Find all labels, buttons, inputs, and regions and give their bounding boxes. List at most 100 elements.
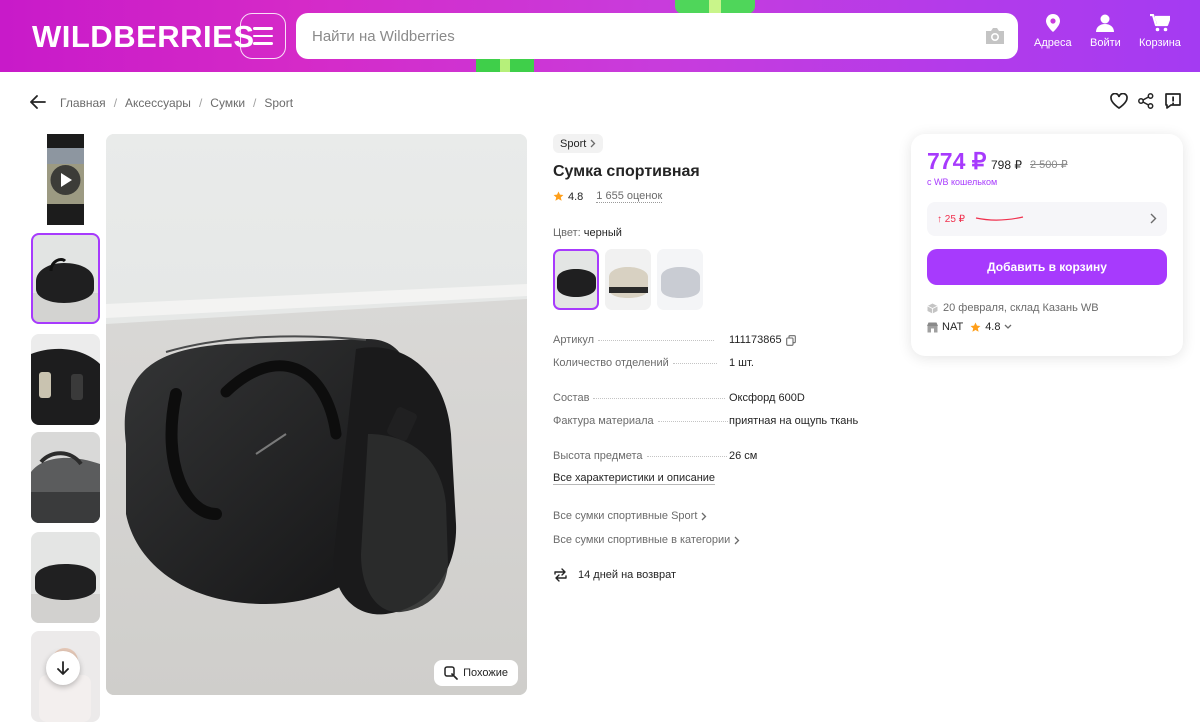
user-icon xyxy=(1096,14,1115,32)
link-label: Все сумки спортивные в категории xyxy=(553,534,731,546)
breadcrumb-item[interactable]: Аксессуары xyxy=(125,96,191,110)
arrow-down-icon xyxy=(57,661,69,675)
spec-key: Артикул xyxy=(553,334,595,346)
burger-line xyxy=(253,34,273,38)
nav-addresses[interactable]: Адреса xyxy=(1034,14,1072,49)
nav-label: Войти xyxy=(1090,37,1121,49)
spec-dots xyxy=(657,421,728,422)
grey-bag-swatch-image xyxy=(657,249,703,310)
price-card: 774 ₽ 798 ₽ 2 500 ₽ с WB кошельком ↑ 25 … xyxy=(911,134,1183,356)
color-label: Цвет: черный xyxy=(553,227,622,239)
breadcrumb: Главная / Аксессуары / Сумки / Sport xyxy=(60,96,293,110)
delivery-text: 20 февраля, склад Казань WB xyxy=(943,302,1099,314)
main-product-image[interactable]: Похожие xyxy=(106,134,527,695)
spec-value-article: 111173865 xyxy=(729,334,796,346)
site-header: WILDBERRIES Адреса Войти xyxy=(0,0,1200,72)
add-to-cart-button[interactable]: Добавить в корзину xyxy=(927,249,1167,285)
cart-icon xyxy=(1149,14,1170,32)
all-specs-link[interactable]: Все характеристики и описание xyxy=(553,472,716,485)
promo-decoration xyxy=(675,0,755,14)
spec-dots xyxy=(593,398,726,399)
thumbnail-video[interactable] xyxy=(31,134,100,225)
similar-button[interactable]: Похожие xyxy=(434,660,518,686)
menu-button[interactable] xyxy=(240,13,286,59)
bag-detail-thumbnail-image xyxy=(31,334,100,425)
copy-icon[interactable] xyxy=(785,334,796,346)
share-icon[interactable] xyxy=(1138,93,1154,109)
spec-row: Артикул 111173865 xyxy=(553,334,883,346)
old-price: 2 500 ₽ xyxy=(1030,159,1068,171)
return-policy: 14 дней на возврат xyxy=(553,568,676,582)
price-history-row[interactable]: ↑ 25 ₽ xyxy=(927,202,1167,236)
breadcrumb-item[interactable]: Сумки xyxy=(210,96,245,110)
spec-row: Высота предмета 26 см xyxy=(553,450,883,462)
link-label: Все сумки спортивные Sport xyxy=(553,510,698,522)
seller-info[interactable]: NAT 4.8 xyxy=(927,321,1012,333)
logo[interactable]: WILDBERRIES xyxy=(32,19,255,55)
breadcrumb-item[interactable]: Главная xyxy=(60,96,106,110)
spec-dots xyxy=(646,456,727,457)
similar-label: Похожие xyxy=(463,667,508,679)
article-number[interactable]: 111173865 xyxy=(729,334,782,346)
bag-thumbnail-image xyxy=(31,233,100,324)
spec-key: Высота предмета xyxy=(553,450,643,462)
chevron-right-icon xyxy=(734,536,740,544)
thumbnail-image[interactable] xyxy=(31,532,100,623)
rating-value: 4.8 xyxy=(568,190,584,203)
color-value: черный xyxy=(583,227,622,239)
nav-login[interactable]: Войти xyxy=(1090,14,1121,49)
report-icon[interactable] xyxy=(1164,92,1182,110)
black-bag-swatch-image xyxy=(553,249,599,310)
reviews-link[interactable]: 1 655 оценок xyxy=(596,190,663,203)
nav-label: Корзина xyxy=(1139,37,1181,49)
similar-search-icon xyxy=(444,666,458,680)
color-swatch[interactable] xyxy=(657,249,703,310)
thumbnail-image[interactable] xyxy=(31,334,100,425)
delivery-info: 20 февраля, склад Казань WB xyxy=(927,302,1099,314)
scroll-down-button[interactable] xyxy=(46,651,80,685)
spec-value: 26 см xyxy=(729,450,758,462)
nav-cart[interactable]: Корзина xyxy=(1139,14,1181,49)
return-label: 14 дней на возврат xyxy=(578,569,676,581)
spec-value: 1 шт. xyxy=(729,357,754,369)
camera-icon[interactable] xyxy=(984,26,1006,46)
price-change: ↑ 25 ₽ xyxy=(937,213,966,225)
beige-bag-swatch-image xyxy=(605,249,651,310)
chevron-right-icon xyxy=(1150,213,1157,224)
bag-thumbnail-image xyxy=(31,532,100,623)
wallet-note[interactable]: с WB кошельком xyxy=(927,177,997,187)
sport-bag-photo xyxy=(106,134,527,695)
color-label-key: Цвет: xyxy=(553,227,581,239)
search-input[interactable] xyxy=(296,27,946,45)
category-link[interactable]: Все сумки спортивные в категории xyxy=(553,534,740,546)
thumbnail-image[interactable] xyxy=(31,432,100,523)
thumbnail-image[interactable] xyxy=(31,233,100,324)
breadcrumb-item[interactable]: Sport xyxy=(264,96,293,110)
spec-value: Оксфорд 600D xyxy=(729,392,805,404)
shop-icon xyxy=(927,322,938,332)
rating-row: 4.8 1 655 оценок xyxy=(553,190,663,203)
favorite-heart-icon[interactable] xyxy=(1110,93,1128,109)
spec-dots xyxy=(672,363,717,364)
color-swatch[interactable] xyxy=(553,249,599,310)
brand-chip[interactable]: Sport xyxy=(553,134,604,153)
brand-label: Sport xyxy=(560,137,587,150)
star-icon xyxy=(553,191,564,201)
spec-key: Количество отделений xyxy=(553,357,669,369)
chevron-right-icon xyxy=(701,512,707,520)
brand-category-link[interactable]: Все сумки спортивные Sport xyxy=(553,510,707,522)
spec-value: приятная на ощупь ткань xyxy=(729,415,859,427)
wallet-price: 774 ₽ xyxy=(927,148,987,174)
price-trend-line-icon xyxy=(975,216,1024,221)
spec-row: Количество отделений 1 шт. xyxy=(553,357,883,369)
bag-grey-thumbnail-image xyxy=(31,432,100,523)
search-bar xyxy=(296,13,1018,59)
seller-rating: 4.8 xyxy=(985,321,1001,333)
chevron-down-icon xyxy=(1005,324,1012,329)
back-arrow-icon[interactable] xyxy=(30,95,46,109)
color-swatch[interactable] xyxy=(605,249,651,310)
product-actions xyxy=(1110,92,1182,110)
box-icon xyxy=(927,303,938,313)
breadcrumb-separator: / xyxy=(253,96,257,110)
location-pin-icon xyxy=(1045,14,1060,32)
